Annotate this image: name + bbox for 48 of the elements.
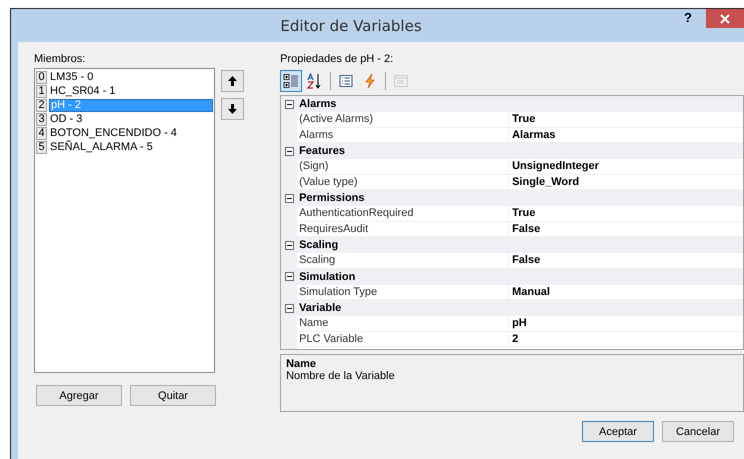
property-name[interactable]: (Active Alarms) [297,112,510,126]
property-name[interactable]: (Value type) [297,174,510,189]
property-name[interactable]: RequiresAudit [297,222,510,236]
list-action-button[interactable]: Agregar [36,385,122,406]
close-button[interactable] [706,9,744,28]
index-box: 0 [36,71,47,84]
member-item[interactable]: OD - 3 [49,113,213,126]
arrow-down-icon [228,104,237,114]
index-box: 3 [36,113,47,126]
list-action-button[interactable]: Quitar [130,385,216,406]
index-box: 2 [36,99,47,112]
dialog-button[interactable]: Aceptar [582,421,654,442]
property-name[interactable]: Alarms [297,128,510,142]
property-name[interactable]: PLC Variable [297,332,510,346]
category-name: Features [299,145,345,157]
members-label: Miembros: [34,53,86,65]
categorized-button[interactable] [280,70,302,92]
category-name: Variable [299,302,342,314]
dialog-button[interactable]: Cancelar [662,421,734,442]
member-item[interactable]: HC_SR04 - 1 [49,85,213,98]
move-down-button[interactable] [221,98,244,120]
category-name: Simulation [299,270,356,282]
close-icon [720,14,730,24]
pages-icon [393,73,410,89]
properties-label: Propiedades de pH - 2: [280,53,394,65]
category-name: Permissions [299,192,364,204]
arrow-up-icon [228,76,237,86]
member-item[interactable]: SEÑAL_ALARMA - 5 [49,141,213,154]
help-title: Name [286,358,316,370]
index-box: 4 [36,127,47,140]
list-icon [338,73,354,89]
category-name: Alarms [299,98,336,110]
window-title: Editor de Variables [279,16,423,35]
member-item[interactable]: LM35 - 0 [49,71,213,84]
member-item[interactable]: BOTON_ENCENDIDO - 4 [49,127,213,140]
property-name[interactable]: AuthenticationRequired [297,206,510,220]
index-box: 5 [36,141,47,154]
property-name[interactable]: Simulation Type [297,284,510,299]
move-up-button[interactable] [221,70,244,92]
property-name[interactable]: (Sign) [297,159,510,174]
index-box: 1 [36,85,47,98]
sort-icon [307,73,324,89]
property-name[interactable]: Name [297,316,510,330]
help-description: Nombre de la Variable [286,370,395,382]
categorized-icon [283,73,300,89]
property-name[interactable]: Scaling [297,253,510,268]
category-name: Scaling [299,239,338,251]
help-button[interactable]: ? [684,10,692,25]
